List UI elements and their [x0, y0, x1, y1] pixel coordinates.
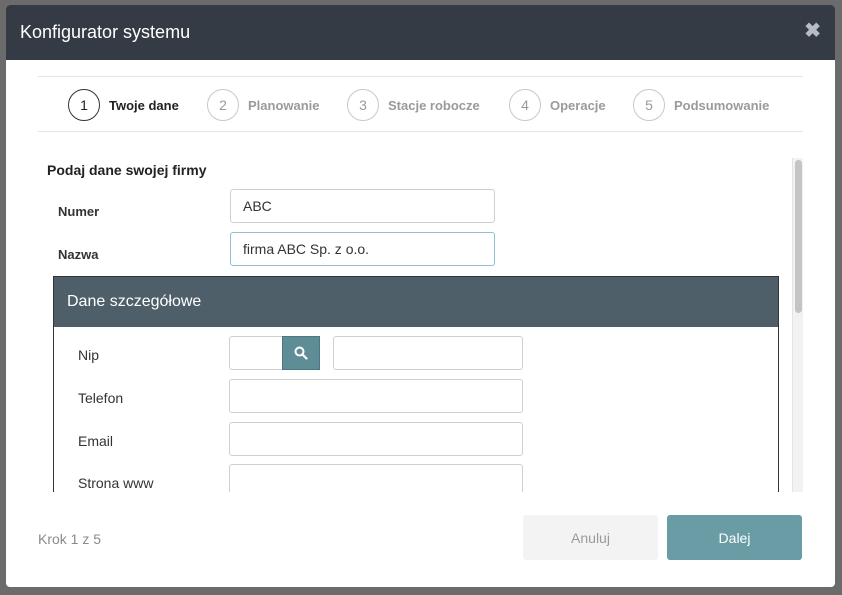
www-label: Strona www — [78, 475, 154, 491]
step-number: 2 — [207, 89, 239, 121]
email-label: Email — [78, 433, 114, 449]
step-3[interactable]: 3 Stacje robocze — [347, 89, 480, 121]
search-icon — [294, 346, 308, 360]
company-section-title: Podaj dane swojej firmy — [47, 162, 207, 178]
form-content: Podaj dane swojej firmy Numer Nazwa Dane… — [38, 150, 803, 492]
step-5[interactable]: 5 Podsumowanie — [633, 89, 769, 121]
step-label: Twoje dane — [109, 97, 179, 113]
step-label: Planowanie — [248, 97, 320, 113]
name-input[interactable] — [230, 232, 495, 266]
step-number: 5 — [633, 89, 665, 121]
details-title: Dane szczegółowe — [67, 293, 202, 310]
next-button[interactable]: Dalej — [667, 515, 802, 560]
email-input[interactable] — [229, 422, 523, 456]
phone-input[interactable] — [229, 379, 523, 413]
name-label: Nazwa — [58, 247, 99, 262]
step-1[interactable]: 1 Twoje dane — [68, 89, 179, 121]
scrollbar-thumb[interactable] — [795, 160, 802, 313]
wizard-steps: 1 Twoje dane 2 Planowanie 3 Stacje roboc… — [38, 76, 803, 132]
nip-label: Nip — [78, 347, 100, 363]
dialog-header: Konfigurator systemu ✖ — [6, 5, 835, 60]
nip-input[interactable] — [229, 336, 283, 370]
content-scrollbar[interactable] — [792, 158, 803, 492]
number-input[interactable] — [230, 189, 495, 223]
step-number: 1 — [68, 89, 100, 121]
nip-company-field[interactable] — [333, 336, 523, 370]
close-icon[interactable]: ✖ — [804, 19, 821, 43]
step-label: Stacje robocze — [388, 97, 480, 113]
details-panel: Dane szczegółowe Nip Telefon Email Stron… — [53, 276, 779, 492]
details-header: Dane szczegółowe — [54, 277, 778, 327]
step-number: 4 — [509, 89, 541, 121]
nip-search-button[interactable] — [282, 336, 320, 370]
configurator-dialog: Konfigurator systemu ✖ 1 Twoje dane 2 Pl… — [6, 5, 835, 587]
step-2[interactable]: 2 Planowanie — [207, 89, 320, 121]
cancel-button[interactable]: Anuluj — [523, 515, 658, 560]
dialog-title: Konfigurator systemu — [20, 22, 191, 42]
step-counter: Krok 1 z 5 — [38, 531, 102, 547]
step-label: Operacje — [550, 97, 606, 113]
step-label: Podsumowanie — [674, 97, 770, 113]
number-label: Numer — [58, 204, 100, 219]
step-4[interactable]: 4 Operacje — [509, 89, 606, 121]
step-number: 3 — [347, 89, 379, 121]
www-input[interactable] — [229, 464, 523, 492]
phone-label: Telefon — [78, 390, 124, 406]
